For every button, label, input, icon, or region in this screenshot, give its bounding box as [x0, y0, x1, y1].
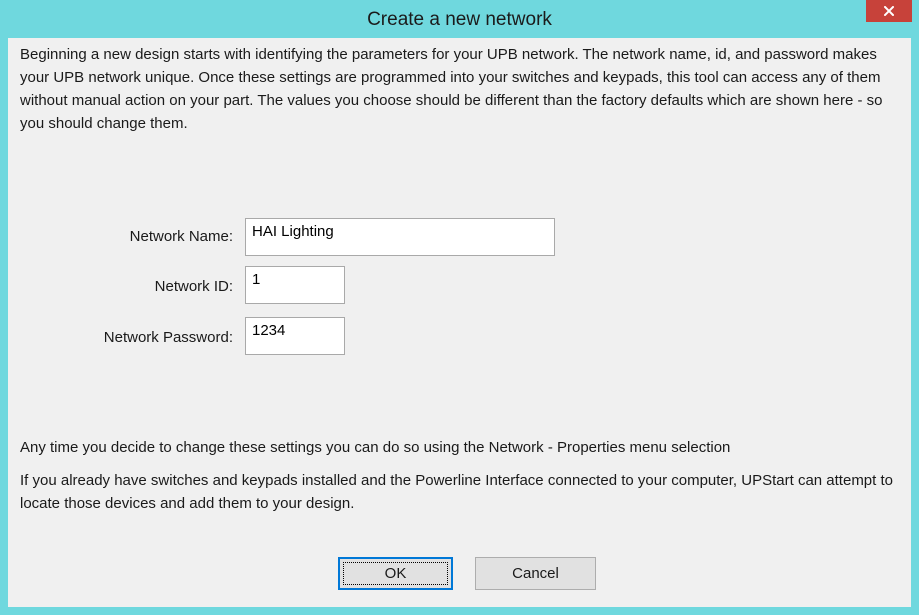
cancel-button[interactable]: Cancel: [475, 557, 596, 590]
close-button[interactable]: [866, 0, 912, 22]
dialog-title: Create a new network: [367, 9, 552, 30]
title-bar[interactable]: Create a new network: [0, 0, 919, 38]
focus-rectangle: [343, 562, 448, 585]
ok-button[interactable]: OK: [338, 557, 453, 590]
network-password-field[interactable]: 1234: [245, 317, 345, 355]
cancel-button-label: Cancel: [512, 565, 559, 582]
dialog-body: Beginning a new design starts with ident…: [8, 38, 911, 607]
network-id-label: Network ID:: [154, 278, 233, 295]
change-settings-note: Any time you decide to change these sett…: [20, 439, 731, 456]
locate-devices-note: If you already have switches and keypads…: [20, 472, 893, 512]
close-icon: [884, 6, 894, 16]
network-name-label: Network Name:: [129, 228, 233, 245]
dialog-window: Create a new network Beginning a new des…: [0, 0, 919, 615]
network-password-label: Network Password:: [103, 329, 233, 346]
network-name-field[interactable]: HAI Lighting: [245, 218, 555, 256]
network-id-field[interactable]: 1: [245, 266, 345, 304]
intro-text: Beginning a new design starts with ident…: [20, 46, 883, 132]
